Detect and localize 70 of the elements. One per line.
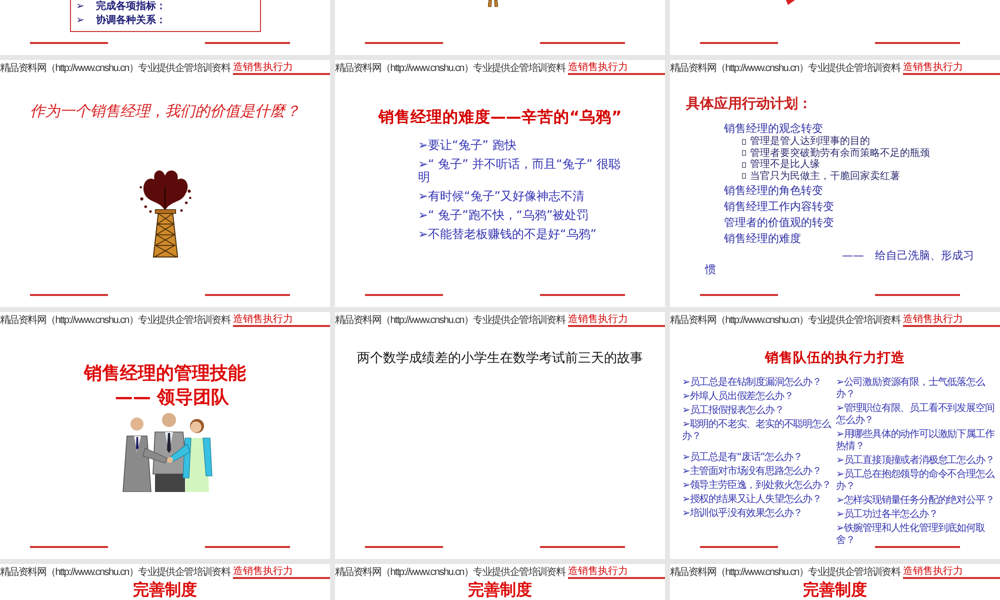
slide-title: 销售队伍的执行力打造 bbox=[764, 350, 906, 367]
bullet-item: ➢聪明的不老实、老实的不聪明怎么办？ bbox=[682, 419, 832, 443]
list-item: 完成各项指标： bbox=[96, 1, 166, 13]
slide-title: 作为一个销售经理，我们的价值是什麼？ bbox=[29, 102, 301, 120]
bullet-item: ➢不能替老板赚钱的不是好“乌鸦” bbox=[418, 228, 598, 241]
plan-subitem: 管理是管人达到理事的目的 bbox=[750, 136, 870, 148]
bullet-item: ➢公司激励资源有限，士气低落怎么办？ bbox=[836, 377, 986, 401]
bullet-item: ➢领导主劳臣逸，到处救火怎么办？ bbox=[682, 480, 832, 492]
header-text: 精品资料网（http://www.cnshu.cn）专业提供企管培训资料 bbox=[335, 567, 566, 579]
plan-subitem: 当官只为民做主，干脆回家卖红薯 bbox=[750, 170, 900, 182]
slide-title: 销售经理的难度——辛苦的“乌鸦” bbox=[377, 108, 623, 127]
square-bullet-icon bbox=[742, 138, 746, 145]
bullet-item: ➢授权的结果又让人失望怎么办？ bbox=[682, 494, 822, 506]
bullet-item: ➢要让“兔子” 跑快 bbox=[418, 139, 518, 152]
header-topic: 造销售执行力 bbox=[903, 566, 964, 577]
bullet-item: ➢培训似乎没有效果怎么办？ bbox=[682, 508, 804, 520]
plan-item: 销售经理的难度 bbox=[724, 231, 802, 246]
header-topic: 造销售执行力 bbox=[903, 314, 964, 325]
tower-legs-drawing bbox=[488, 0, 498, 7]
bullet-item: ➢管理职位有限、员工看不到发展空间怎么办？ bbox=[836, 403, 996, 427]
header-topic: 造销售执行力 bbox=[233, 62, 294, 73]
plan-item: 销售经理的角色转变 bbox=[724, 183, 824, 198]
plan-item: 销售经理的观念转变 bbox=[724, 121, 824, 136]
bullet-item: ➢“ 兔子”跑不快，“乌鸦”被处罚 bbox=[418, 209, 590, 222]
bullet-item: ➢员工功过各半怎么办？ bbox=[836, 509, 939, 521]
square-bullet-icon bbox=[742, 173, 746, 180]
square-bullet-icon bbox=[742, 162, 746, 168]
plan-subitem: 管理不是比人缘 bbox=[750, 159, 820, 170]
slide-title: 完善制度 bbox=[802, 581, 868, 599]
bullet-item: ➢用哪些具体的动作可以激励下属工作热情？ bbox=[836, 429, 996, 453]
header-text: 精品资料网（http://www.cnshu.cn）专业提供企管培训资料 bbox=[670, 567, 900, 579]
bullet-item: ➢怎样实现销量任务分配的绝对公平？ bbox=[836, 495, 996, 507]
header-topic: 造销售执行力 bbox=[233, 566, 294, 577]
arrow-tip-drawing bbox=[786, 0, 795, 5]
bullet-icon: ➢ bbox=[76, 15, 96, 27]
bullet-item: ➢主管面对市场没有思路怎么办？ bbox=[682, 466, 822, 478]
bullet-item: ➢外埠人员出假差怎么办？ bbox=[682, 391, 794, 403]
header-topic: 造销售执行力 bbox=[568, 566, 628, 577]
slide-title: 两个数学成绩差的小学生在数学考试前三天的故事 bbox=[356, 351, 644, 367]
bullet-item: ➢员工报假报表怎么办？ bbox=[682, 405, 785, 417]
header-text: 精品资料网（http://www.cnshu.cn）专业提供企管培训资料 bbox=[670, 315, 900, 327]
header-topic: 造销售执行力 bbox=[903, 62, 964, 73]
plan-item: 销售经理工作内容转变 bbox=[724, 199, 835, 214]
conclusion-text: —— 给自己洗脑、形成习惯 bbox=[705, 249, 975, 277]
header-topic: 造销售执行力 bbox=[568, 314, 628, 325]
header-text: 精品资料网（http://www.cnshu.cn）专业提供企管培训资料 bbox=[0, 315, 230, 327]
header-text: 精品资料网（http://www.cnshu.cn）专业提供企管培训资料 bbox=[0, 567, 230, 579]
bullet-item: ➢“ 兔子” 并不听话，而且“兔子” 很聪明 bbox=[418, 158, 622, 184]
header-topic: 造销售执行力 bbox=[233, 314, 294, 325]
slide-title: 销售经理的管理技能 bbox=[84, 362, 246, 386]
bullet-item: ➢有时候“兔子”又好像神志不清 bbox=[418, 190, 586, 203]
plan-subitem: 管理者要突破勤劳有余而策略不足的瓶颈 bbox=[750, 148, 930, 158]
bullet-icon: ➢ bbox=[76, 1, 96, 13]
slide-title: 完善制度 bbox=[467, 581, 533, 599]
bullet-item: ➢员工总是在钻制度漏洞怎么办？ bbox=[682, 377, 822, 389]
header-text: 精品资料网（http://www.cnshu.cn）专业提供企管培训资料 bbox=[670, 63, 900, 75]
slide-title: —— 领导团队 bbox=[114, 386, 230, 410]
header-text: 精品资料网（http://www.cnshu.cn）专业提供企管培训资料 bbox=[335, 315, 566, 327]
header-text: 精品资料网（http://www.cnshu.cn）专业提供企管培训资料 bbox=[0, 63, 230, 75]
bullet-item: ➢员工直接顶撞或者消极怠工怎么办？ bbox=[836, 455, 996, 467]
slide-title: 具体应用行动计划： bbox=[686, 96, 813, 113]
list-item: 协调各种关系： bbox=[96, 15, 166, 27]
bullet-item: ➢铁腕管理和人性化管理到底如何取舍？ bbox=[836, 523, 986, 547]
bullet-item: ➢员工总在抱怨领导的命令不合理怎么办？ bbox=[836, 469, 996, 493]
square-bullet-icon bbox=[742, 150, 746, 156]
plan-item: 管理者的价值观的转变 bbox=[724, 215, 835, 230]
header-topic: 造销售执行力 bbox=[568, 62, 628, 73]
slide-title: 完善制度 bbox=[132, 581, 198, 599]
bullet-item: ➢员工总是有“废话”怎么办？ bbox=[682, 452, 804, 464]
header-text: 精品资料网（http://www.cnshu.cn）专业提供企管培训资料 bbox=[335, 63, 566, 75]
